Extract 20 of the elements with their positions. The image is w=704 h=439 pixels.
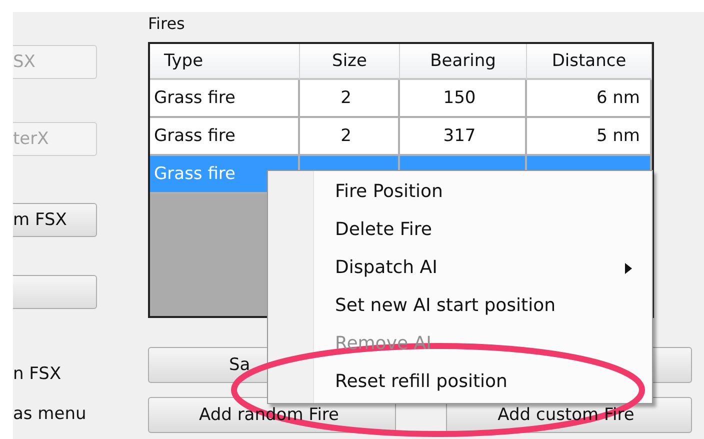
fires-title: Fires [148, 13, 186, 35]
table-cell[interactable]: 5 nm [527, 118, 652, 156]
column-header[interactable]: Distance [527, 44, 652, 80]
column-header[interactable]: Size [300, 44, 400, 80]
option-label: as menu [13, 404, 88, 424]
table-cell[interactable]: 317 [400, 118, 527, 156]
menu-item[interactable]: Dispatch AI [268, 249, 652, 287]
column-header[interactable]: Type [150, 44, 300, 80]
table-cell[interactable]: 2 [300, 118, 400, 156]
table-cell[interactable]: 150 [400, 80, 527, 118]
side-button[interactable]: m FSX [13, 203, 97, 237]
option-label: n FSX [13, 364, 62, 384]
menu-item[interactable]: Delete Fire [268, 211, 652, 249]
menu-item[interactable]: Set new AI start position [268, 287, 652, 325]
side-button[interactable] [13, 275, 97, 309]
table-cell[interactable]: 6 nm [527, 80, 652, 118]
table-cell[interactable]: Grass fire [150, 118, 300, 156]
table-cell[interactable]: 2 [300, 80, 400, 118]
table-cell[interactable]: Grass fire [150, 80, 300, 118]
column-header[interactable]: Bearing [400, 44, 527, 80]
